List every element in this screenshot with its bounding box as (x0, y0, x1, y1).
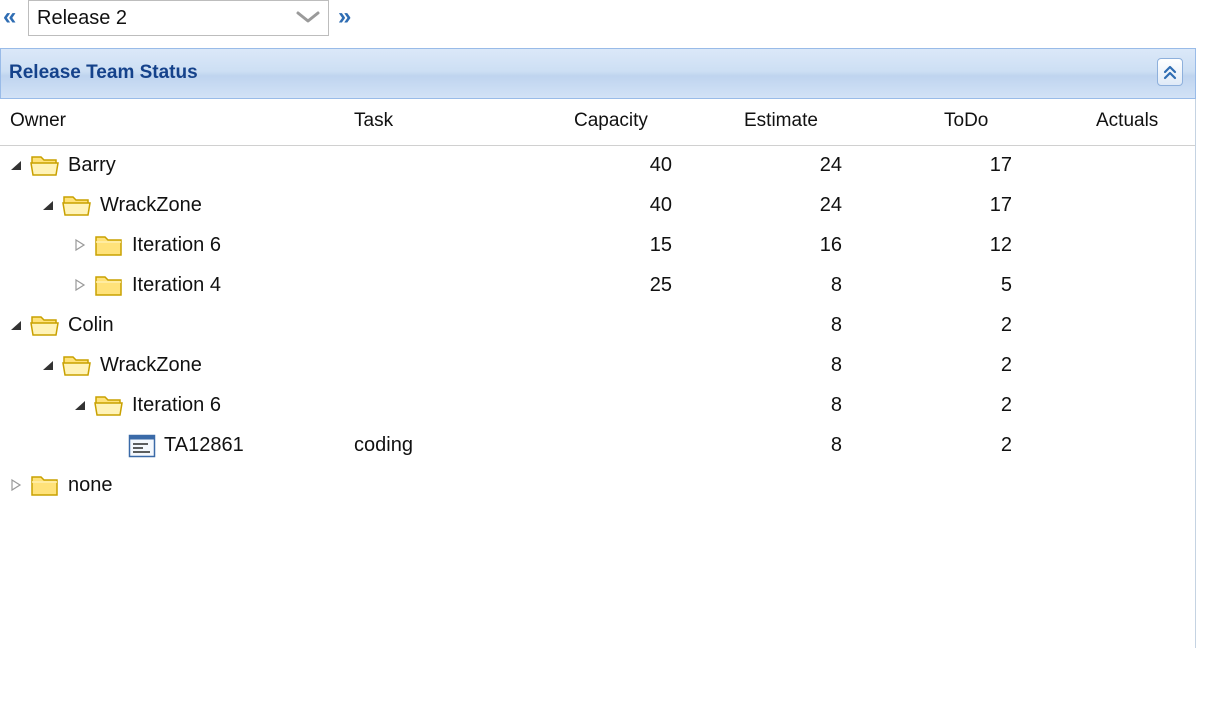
tree-row[interactable]: WrackZone 8 2 (0, 345, 1195, 385)
cell-todo: 2 (1000, 354, 1012, 376)
cell-capacity: 15 (649, 234, 672, 256)
cell-task: coding (354, 434, 413, 456)
cell-estimate: 24 (819, 154, 842, 176)
expand-triangle-icon[interactable] (73, 238, 87, 252)
tree-row[interactable]: Colin 8 2 (0, 305, 1195, 345)
previous-release-button[interactable]: « (3, 2, 16, 32)
cell-estimate: 8 (830, 274, 842, 296)
collapse-panel-button[interactable] (1157, 58, 1183, 86)
tree-node-label: Iteration 6 (132, 394, 221, 416)
tree-row[interactable]: Iteration 6 15 16 12 (0, 225, 1195, 265)
cell-estimate: 8 (830, 434, 842, 456)
cell-todo: 12 (989, 234, 1012, 256)
tree-node-label: WrackZone (100, 354, 202, 376)
cell-todo: 2 (1000, 434, 1012, 456)
tree-grid-body: Barry 40 24 17 WrackZone 40 24 17 Iteration 6 15 1… (0, 145, 1195, 505)
release-team-status-panel: Release Team Status Owner Task Capacity … (0, 48, 1196, 648)
tree-row[interactable]: WrackZone 40 24 17 (0, 185, 1195, 225)
release-dropdown-value: Release 2 (37, 7, 128, 29)
cell-todo: 17 (989, 194, 1012, 216)
folder-closed-icon (94, 273, 124, 297)
folder-open-icon (30, 313, 60, 337)
folder-closed-icon (30, 473, 60, 497)
folder-open-icon (62, 193, 92, 217)
column-headers: Owner Task Capacity Estimate ToDo Actual… (0, 99, 1195, 146)
cell-estimate: 24 (819, 194, 842, 216)
cell-capacity: 40 (649, 154, 672, 176)
cell-todo: 2 (1000, 394, 1012, 416)
tree-node-label: Barry (68, 154, 116, 176)
collapse-triangle-icon[interactable] (9, 318, 23, 332)
folder-open-icon (30, 153, 60, 177)
release-dropdown[interactable]: Release 2 (28, 0, 329, 36)
folder-closed-icon (94, 233, 124, 257)
panel-header: Release Team Status (0, 48, 1196, 99)
cell-estimate: 8 (830, 354, 842, 376)
column-header-owner[interactable]: Owner (10, 110, 66, 132)
panel-title: Release Team Status (9, 62, 198, 83)
tree-row[interactable]: Iteration 6 8 2 (0, 385, 1195, 425)
tree-node-label: none (68, 474, 113, 496)
column-header-estimate[interactable]: Estimate (744, 110, 818, 132)
cell-capacity: 40 (649, 194, 672, 216)
cell-estimate: 16 (819, 234, 842, 256)
column-header-todo[interactable]: ToDo (944, 110, 988, 132)
tree-row[interactable]: Barry 40 24 17 (0, 145, 1195, 185)
tree-node-label: WrackZone (100, 194, 202, 216)
tree-row[interactable]: none (0, 465, 1195, 505)
collapse-triangle-icon[interactable] (41, 358, 55, 372)
expand-triangle-icon[interactable] (73, 278, 87, 292)
collapse-triangle-icon[interactable] (9, 158, 23, 172)
double-chevron-up-icon (1163, 65, 1177, 80)
collapse-triangle-icon[interactable] (41, 198, 55, 212)
cell-capacity: 25 (649, 274, 672, 296)
tree-node-label: TA12861 (164, 434, 244, 456)
folder-open-icon (62, 353, 92, 377)
cell-todo: 17 (989, 154, 1012, 176)
column-header-task[interactable]: Task (354, 110, 393, 132)
task-card-icon (128, 434, 156, 458)
collapse-triangle-icon[interactable] (73, 398, 87, 412)
next-release-button[interactable]: » (338, 2, 351, 32)
cell-todo: 2 (1000, 314, 1012, 336)
folder-open-icon (94, 393, 124, 417)
column-header-actuals[interactable]: Actuals (1096, 110, 1158, 132)
tree-row[interactable]: Iteration 4 25 8 5 (0, 265, 1195, 305)
column-header-capacity[interactable]: Capacity (574, 110, 648, 132)
tree-row[interactable]: TA12861 coding 8 2 (0, 425, 1195, 465)
tree-node-label: Colin (68, 314, 114, 336)
cell-estimate: 8 (830, 314, 842, 336)
cell-estimate: 8 (830, 394, 842, 416)
chevron-down-icon[interactable] (294, 5, 322, 29)
tree-node-label: Iteration 6 (132, 234, 221, 256)
tree-node-label: Iteration 4 (132, 274, 221, 296)
expand-triangle-icon[interactable] (9, 478, 23, 492)
cell-todo: 5 (1000, 274, 1012, 296)
